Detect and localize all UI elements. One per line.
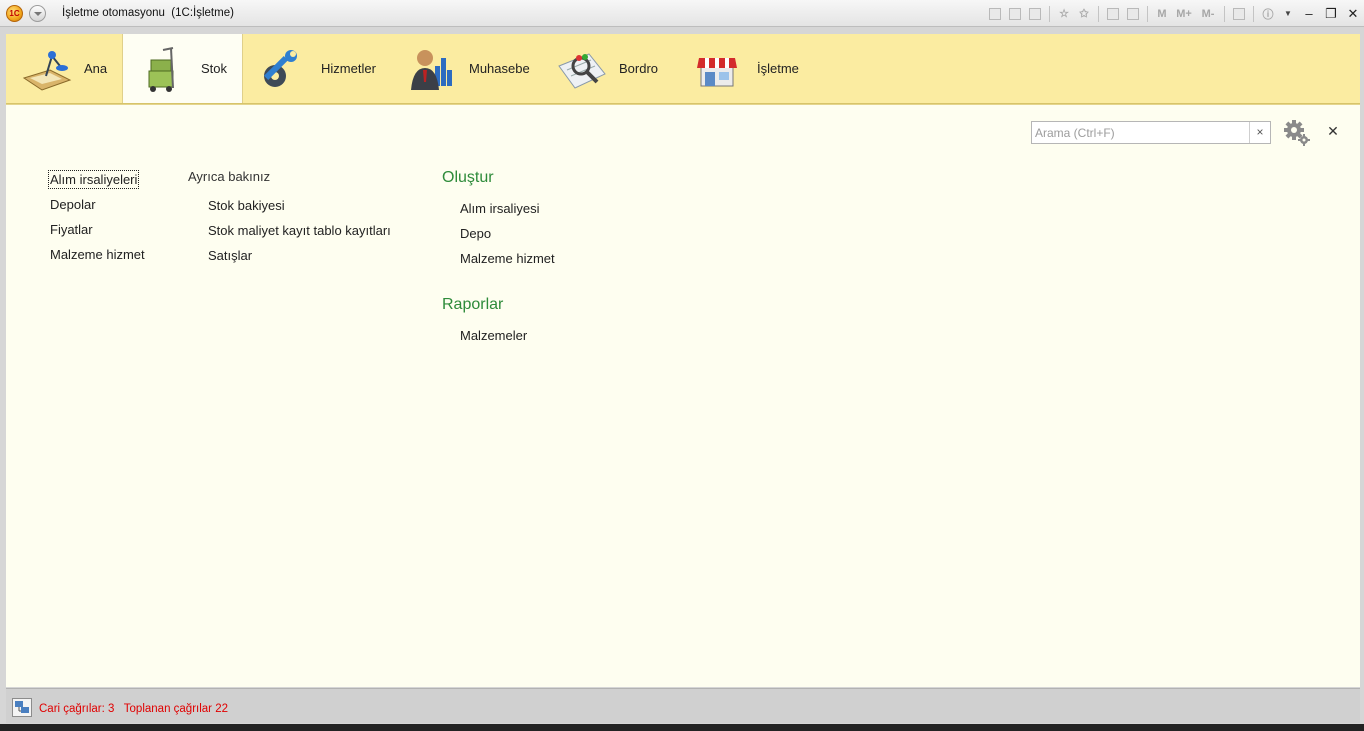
nav-link-alim-irsaliyeleri[interactable]: Alım irsaliyeleri bbox=[47, 170, 140, 189]
section-bordro[interactable]: Bordro bbox=[541, 34, 679, 103]
restore-button[interactable]: ❐ bbox=[1320, 4, 1342, 24]
toolbar-divider bbox=[1224, 5, 1225, 22]
window-bottom-edge bbox=[0, 724, 1364, 731]
desk-lamp-icon bbox=[20, 44, 74, 94]
create-link-depo[interactable]: Depo bbox=[460, 226, 491, 241]
nav-link-malzeme-hizmet[interactable]: Malzeme hizmet bbox=[50, 247, 145, 262]
hand-truck-boxes-icon bbox=[137, 44, 191, 94]
nav-link-depolar[interactable]: Depolar bbox=[50, 197, 96, 212]
calendar-icon[interactable] bbox=[1123, 4, 1143, 24]
create-link-alim-irsaliyesi[interactable]: Alım irsaliyesi bbox=[460, 201, 539, 216]
toolbar-divider bbox=[1147, 5, 1148, 22]
toolbar-divider bbox=[1253, 5, 1254, 22]
section-label: İşletme bbox=[757, 61, 799, 76]
favorites-icon[interactable]: ✩ bbox=[1074, 4, 1094, 24]
title-toolbar: ☆ ✩ M M+ M- ⓘ ▼ ‒ ❐ ✕ bbox=[985, 3, 1364, 24]
search-input[interactable] bbox=[1032, 122, 1250, 143]
section-stok[interactable]: Stok bbox=[122, 34, 243, 103]
reports-heading: Raporlar bbox=[442, 296, 504, 313]
report-link-malzemeler[interactable]: Malzemeler bbox=[460, 328, 527, 343]
save-icon[interactable] bbox=[985, 4, 1005, 24]
create-heading: Oluştur bbox=[442, 169, 494, 186]
clear-search-button[interactable]: × bbox=[1249, 122, 1270, 143]
section-isletme[interactable]: İşletme bbox=[679, 34, 809, 103]
section-label: Stok bbox=[201, 61, 228, 76]
memory-m-button[interactable]: M bbox=[1152, 4, 1172, 24]
calculator-icon[interactable] bbox=[1103, 4, 1123, 24]
section-label: Ana bbox=[84, 61, 108, 76]
title-bar: 1C İşletme otomasyonu (1C:İşletme) ☆ ✩ M… bbox=[0, 0, 1364, 27]
preview-icon[interactable] bbox=[1025, 4, 1045, 24]
section-label: Hizmetler bbox=[321, 61, 376, 76]
create-link-malzeme-hizmet[interactable]: Malzeme hizmet bbox=[460, 251, 555, 266]
main-menu-button[interactable] bbox=[29, 5, 46, 22]
info-icon[interactable]: ⓘ bbox=[1258, 4, 1278, 24]
wrench-gear-icon bbox=[257, 44, 311, 94]
see-also-link-stok-bakiyesi[interactable]: Stok bakiyesi bbox=[208, 198, 285, 213]
gear-icon[interactable] bbox=[1283, 119, 1311, 147]
search-box: × bbox=[1031, 121, 1271, 144]
section-label: Bordro bbox=[619, 61, 659, 76]
calls-status-text: Cari çağrılar: 3 Toplanan çağrılar 22 bbox=[39, 703, 228, 715]
status-bar: Cari çağrılar: 3 Toplanan çağrılar 22 bbox=[6, 688, 1360, 723]
memory-m-plus-button[interactable]: M+ bbox=[1172, 4, 1196, 24]
see-also-heading: Ayrıca bakınız bbox=[188, 169, 271, 184]
section-muhasebe[interactable]: Muhasebe bbox=[391, 34, 541, 103]
panel-layout-icon[interactable] bbox=[1229, 4, 1249, 24]
1c-logo-icon[interactable]: 1C bbox=[6, 5, 23, 22]
close-panel-button[interactable]: ✕ bbox=[1326, 123, 1340, 139]
sections-panel: Ana Stok Hizmetler Muhasebe Bordro İşlet… bbox=[6, 34, 1360, 104]
storefront-icon bbox=[693, 44, 747, 94]
print-icon[interactable] bbox=[1005, 4, 1025, 24]
add-favorite-icon[interactable]: ☆ bbox=[1054, 4, 1074, 24]
magnifier-document-icon bbox=[555, 44, 609, 94]
section-ana[interactable]: Ana bbox=[6, 34, 122, 103]
see-also-link-satislar[interactable]: Satışlar bbox=[208, 248, 252, 263]
nav-link-fiyatlar[interactable]: Fiyatlar bbox=[50, 222, 93, 237]
see-also-link-stok-maliyet[interactable]: Stok maliyet kayıt tablo kayıtları bbox=[208, 223, 391, 238]
section-label: Muhasebe bbox=[469, 61, 530, 76]
toolbar-divider bbox=[1049, 5, 1050, 22]
window-title: İşletme otomasyonu (1C:İşletme) bbox=[62, 7, 234, 19]
close-window-button[interactable]: ✕ bbox=[1342, 4, 1364, 24]
function-panel: × ✕ Alım irsali bbox=[6, 104, 1360, 687]
dropdown-arrow-icon[interactable]: ▼ bbox=[1278, 4, 1298, 24]
accountant-chart-icon bbox=[405, 44, 459, 94]
application-window: 1C İşletme otomasyonu (1C:İşletme) ☆ ✩ M… bbox=[0, 0, 1364, 731]
network-status-icon[interactable] bbox=[12, 698, 32, 717]
section-hizmetler[interactable]: Hizmetler bbox=[243, 34, 391, 103]
minimize-button[interactable]: ‒ bbox=[1298, 4, 1320, 24]
memory-m-minus-button[interactable]: M- bbox=[1196, 4, 1220, 24]
toolbar-divider bbox=[1098, 5, 1099, 22]
